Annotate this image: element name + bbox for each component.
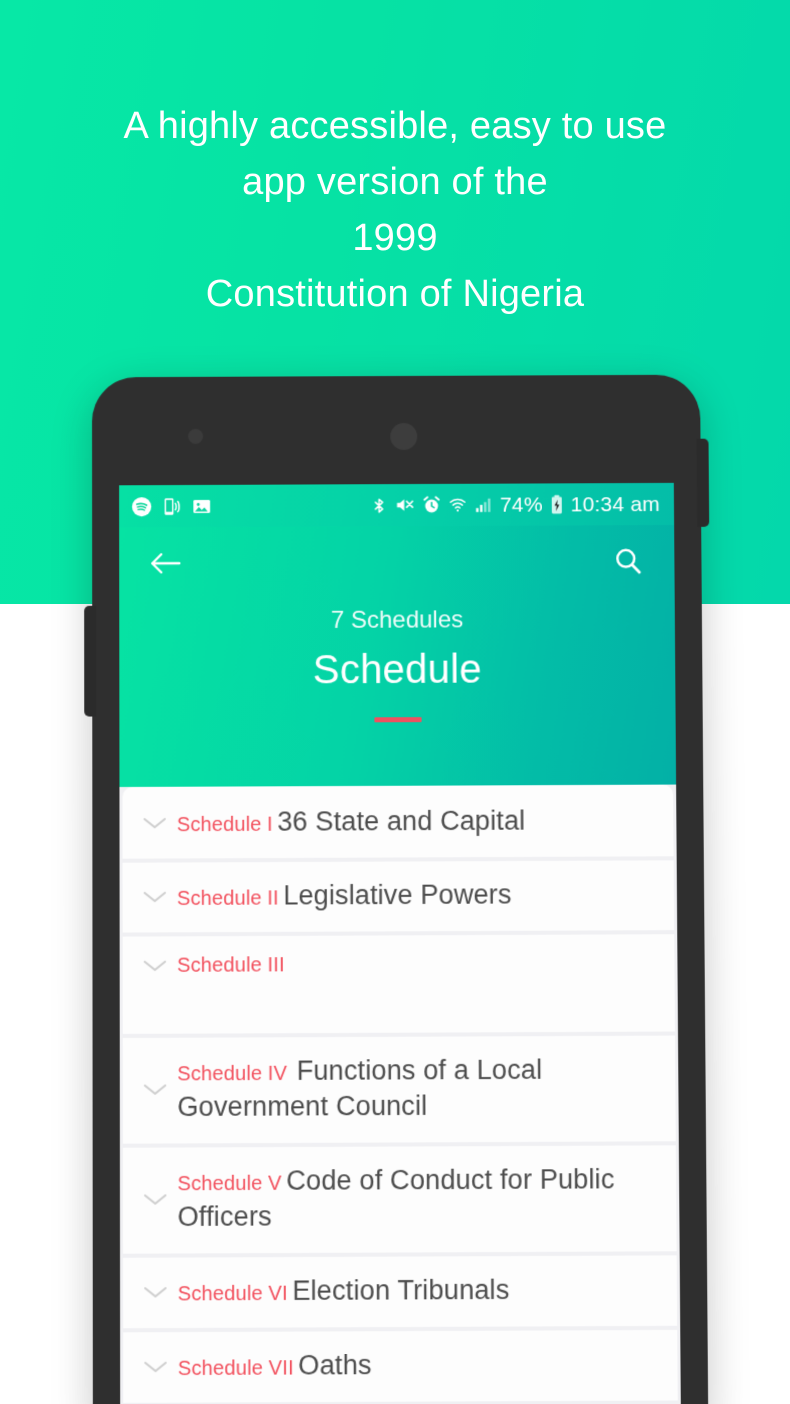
header-center: 7 Schedules Schedule bbox=[119, 605, 675, 723]
chevron-down-icon[interactable] bbox=[137, 1081, 173, 1097]
schedule-label: Schedule III bbox=[177, 954, 285, 977]
chevron-down-icon[interactable] bbox=[137, 958, 173, 974]
promo-headline: A highly accessible, easy to use app ver… bbox=[0, 98, 790, 322]
phone-screen: 74% 10:34 am 7 Schedules Schedule Schedu… bbox=[119, 482, 681, 1404]
schedule-label: Schedule II bbox=[176, 887, 279, 911]
wifi-icon bbox=[449, 495, 467, 515]
power-button[interactable] bbox=[696, 438, 710, 527]
proximity-sensor-icon bbox=[188, 428, 204, 444]
list-item-text: Schedule II Legislative Powers bbox=[177, 877, 660, 915]
list-item-text: Schedule V Code of Conduct for Public Of… bbox=[177, 1162, 662, 1235]
arrow-left-icon bbox=[148, 548, 182, 583]
schedule-list-card: Schedule I 36 State and Capital Schedule… bbox=[122, 784, 678, 1403]
status-bar-right: 74% 10:34 am bbox=[371, 492, 661, 517]
chevron-down-icon[interactable] bbox=[137, 888, 173, 904]
list-item[interactable]: Schedule III bbox=[122, 934, 675, 1034]
battery-percent-label: 74% bbox=[499, 492, 543, 517]
promo-line-4: Constitution of Nigeria bbox=[205, 273, 585, 315]
signal-icon bbox=[474, 495, 493, 514]
schedule-title: Oaths bbox=[298, 1349, 372, 1381]
list-item-text: Schedule VII Oaths bbox=[178, 1346, 664, 1384]
list-item[interactable]: Schedule IV Functions of a Local Governm… bbox=[122, 1035, 676, 1144]
promo-line-2: app version of the bbox=[242, 161, 548, 203]
list-item[interactable]: Schedule II Legislative Powers bbox=[122, 860, 675, 933]
volume-button[interactable] bbox=[84, 605, 97, 717]
phone-body: 74% 10:34 am 7 Schedules Schedule Schedu… bbox=[84, 374, 710, 1404]
battery-charging-icon bbox=[550, 494, 564, 514]
status-bar-left bbox=[131, 495, 212, 516]
promo-line-1: A highly accessible, easy to use bbox=[123, 105, 667, 147]
chevron-down-icon[interactable] bbox=[137, 1191, 173, 1207]
chevron-down-icon[interactable] bbox=[137, 815, 173, 831]
vibrate-cast-icon bbox=[161, 496, 182, 517]
status-bar: 74% 10:34 am bbox=[119, 482, 675, 528]
list-item[interactable]: Schedule VII Oaths bbox=[123, 1329, 678, 1403]
list-item-text: Schedule I 36 State and Capital bbox=[177, 803, 660, 840]
schedule-label: Schedule V bbox=[177, 1172, 282, 1196]
search-button[interactable] bbox=[606, 541, 650, 585]
mute-icon bbox=[395, 495, 415, 515]
photo-icon bbox=[191, 495, 212, 516]
schedule-label: Schedule I bbox=[176, 813, 273, 837]
app-header: 7 Schedules Schedule bbox=[119, 524, 677, 788]
promo-line-3: 1999 bbox=[352, 217, 438, 259]
phone-mockup: 74% 10:34 am 7 Schedules Schedule Schedu… bbox=[84, 374, 710, 1404]
front-camera-icon bbox=[390, 422, 418, 451]
list-item[interactable]: Schedule I 36 State and Capital bbox=[122, 784, 674, 859]
schedule-title: Legislative Powers bbox=[283, 879, 512, 911]
page-title: Schedule bbox=[312, 647, 482, 693]
schedule-title: Election Tribunals bbox=[292, 1274, 510, 1307]
list-item[interactable]: Schedule V Code of Conduct for Public Of… bbox=[122, 1145, 677, 1254]
schedule-label: Schedule VII bbox=[177, 1357, 294, 1381]
chevron-down-icon[interactable] bbox=[137, 1358, 173, 1375]
alarm-icon bbox=[422, 495, 442, 515]
search-icon bbox=[612, 545, 644, 582]
back-button[interactable] bbox=[143, 543, 187, 587]
bluetooth-icon bbox=[371, 495, 388, 516]
list-item-text: Schedule IV Functions of a Local Governm… bbox=[177, 1052, 661, 1125]
screenshot-root: A highly accessible, easy to use app ver… bbox=[0, 0, 790, 1404]
chevron-down-icon[interactable] bbox=[137, 1284, 173, 1300]
list-item[interactable]: Schedule VI Election Tribunals bbox=[123, 1255, 678, 1329]
schedule-list[interactable]: Schedule I 36 State and Capital Schedule… bbox=[119, 784, 681, 1404]
title-underline bbox=[373, 717, 422, 723]
schedule-title: 36 State and Capital bbox=[277, 805, 526, 837]
spotify-icon bbox=[131, 495, 152, 517]
list-item-text: Schedule VI Election Tribunals bbox=[178, 1272, 663, 1310]
clock-label: 10:34 am bbox=[570, 492, 661, 516]
list-item-text: Schedule III bbox=[177, 950, 660, 978]
app-toolbar bbox=[119, 525, 675, 604]
schedule-label: Schedule IV bbox=[177, 1062, 288, 1086]
schedule-label: Schedule VI bbox=[177, 1282, 288, 1306]
schedule-count-label: 7 Schedules bbox=[330, 606, 464, 634]
